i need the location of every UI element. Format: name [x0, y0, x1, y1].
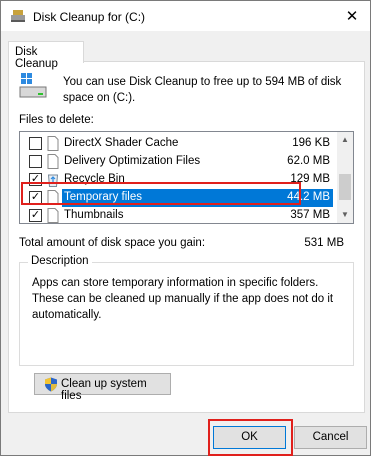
- files-list[interactable]: DirectX Shader Cache 196 KB Delivery Opt…: [19, 131, 354, 224]
- description-group: Description Apps can store temporary inf…: [19, 255, 354, 366]
- temporary-files-highlight-box: [21, 182, 301, 205]
- tab-label: Disk Cleanup: [15, 46, 58, 70]
- cancel-button[interactable]: Cancel: [294, 426, 367, 449]
- scroll-down-arrow-icon[interactable]: ▼: [337, 207, 353, 223]
- checkbox[interactable]: [29, 155, 42, 168]
- clean-up-system-files-button[interactable]: Clean up system files: [34, 373, 171, 402]
- file-icon: [47, 154, 59, 169]
- list-item[interactable]: ✓ Thumbnails 357 MB: [20, 207, 336, 223]
- list-item[interactable]: Delivery Optimization Files 62.0 MB: [20, 153, 336, 171]
- scroll-up-arrow-icon[interactable]: ▲: [337, 132, 353, 148]
- file-size: 62.0 MB: [287, 155, 330, 167]
- title-bar: Disk Cleanup for (C:) ✕: [1, 1, 370, 31]
- file-name: Thumbnails: [64, 209, 124, 221]
- file-size: 357 MB: [290, 209, 330, 221]
- total-gain-label: Total amount of disk space you gain:: [19, 237, 206, 249]
- close-button[interactable]: ✕: [334, 1, 370, 31]
- ok-button-highlight-box: [208, 419, 293, 456]
- files-to-delete-label: Files to delete:: [19, 114, 94, 126]
- clean-up-system-files-label: Clean up system files: [61, 378, 147, 402]
- file-icon: [47, 208, 59, 223]
- checkbox[interactable]: ✓: [29, 209, 42, 222]
- files-rows: DirectX Shader Cache 196 KB Delivery Opt…: [20, 135, 336, 223]
- total-gain-value: 531 MB: [304, 237, 344, 249]
- file-name: DirectX Shader Cache: [64, 137, 179, 149]
- drive-icon: [19, 73, 47, 98]
- checkbox[interactable]: [29, 137, 42, 150]
- window-title: Disk Cleanup for (C:): [33, 10, 146, 24]
- file-name: Delivery Optimization Files: [64, 155, 201, 167]
- scroll-thumb[interactable]: [339, 174, 351, 200]
- file-size: 196 KB: [292, 137, 330, 149]
- uac-shield-icon: [45, 377, 57, 392]
- list-item[interactable]: DirectX Shader Cache 196 KB: [20, 135, 336, 153]
- tab-disk-cleanup[interactable]: Disk Cleanup: [8, 41, 84, 70]
- file-icon: [47, 136, 59, 151]
- disk-cleanup-app-icon: [11, 10, 25, 22]
- list-scrollbar[interactable]: ▲ ▼: [337, 132, 353, 223]
- description-text: Apps can store temporary information in …: [32, 277, 334, 321]
- intro-text: You can use Disk Cleanup to free up to 5…: [63, 76, 342, 104]
- description-title: Description: [28, 255, 92, 267]
- disk-cleanup-window: Disk Cleanup for (C:) ✕ Disk Cleanup You…: [0, 0, 371, 456]
